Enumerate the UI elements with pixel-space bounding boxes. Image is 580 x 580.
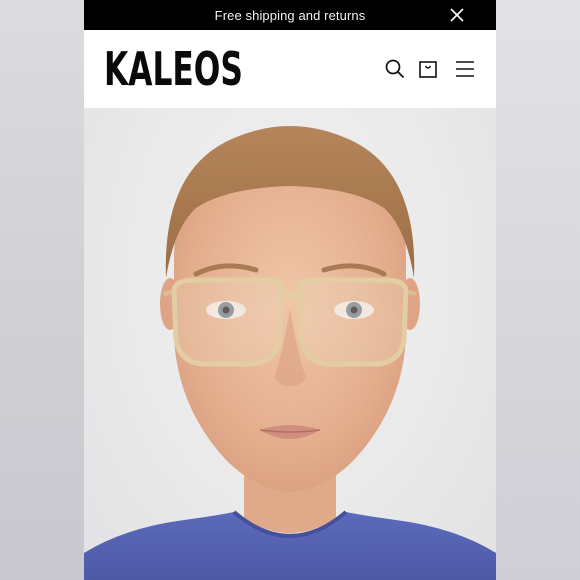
hamburger-menu-icon	[456, 61, 474, 77]
mobile-page: Free shipping and returns KALEOS	[84, 0, 496, 580]
right-background	[496, 0, 580, 580]
shopping-bag-icon	[419, 61, 437, 78]
brand-logo[interactable]: KALEOS	[104, 42, 243, 96]
close-promo-button[interactable]	[448, 6, 466, 24]
site-header: KALEOS	[84, 30, 496, 108]
search-icon	[385, 59, 405, 79]
left-background	[0, 0, 84, 580]
hero-image	[84, 108, 496, 580]
cart-button[interactable]	[418, 59, 440, 81]
search-button[interactable]	[384, 58, 406, 80]
model-portrait-image	[84, 126, 496, 580]
menu-button[interactable]	[454, 58, 476, 80]
promo-bar: Free shipping and returns	[84, 0, 496, 30]
promo-text: Free shipping and returns	[214, 7, 366, 23]
close-icon	[450, 8, 464, 22]
